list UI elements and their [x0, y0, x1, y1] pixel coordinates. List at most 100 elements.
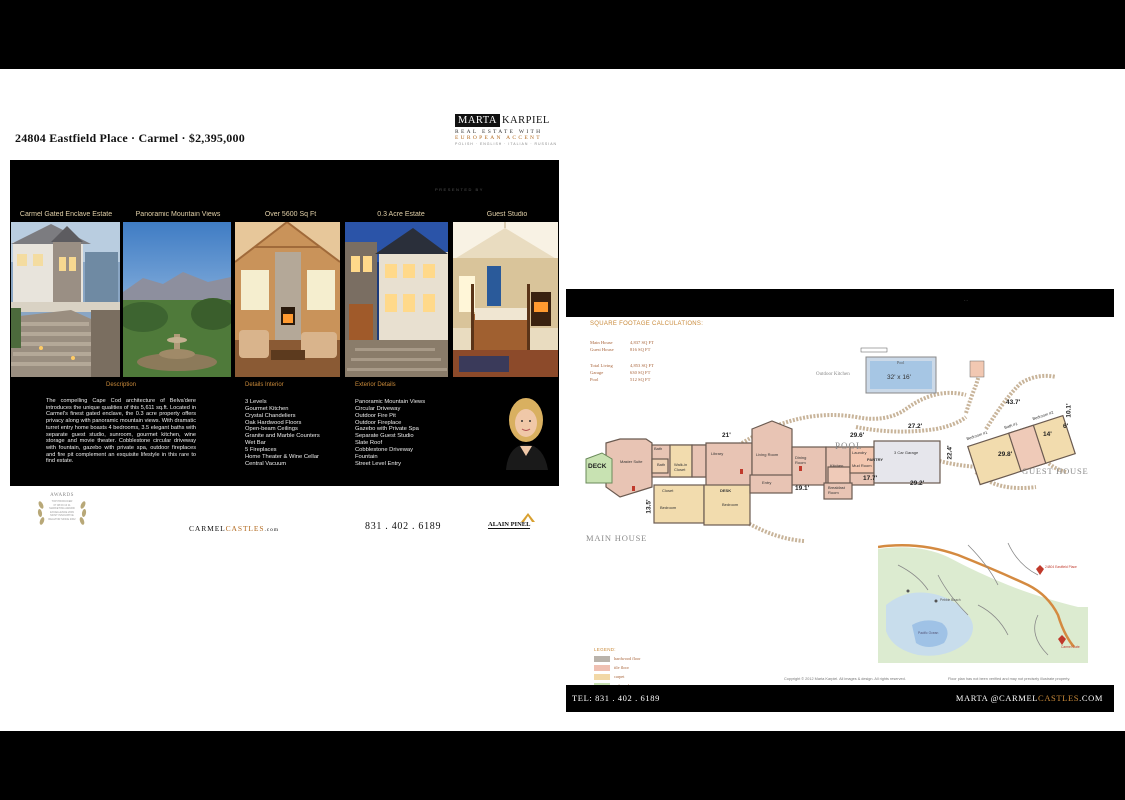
legend-row: hardwood floor [594, 656, 674, 662]
map-label: Pebble Beach [940, 598, 961, 602]
list-item: Home Theater & Wine Cellar [245, 453, 319, 460]
legend-swatch [594, 674, 610, 680]
dimension-label: 43.7' [1006, 399, 1021, 406]
dimension-label: 19.1' [795, 485, 810, 492]
floorplan-sheet: - - SQUARE FOOTAGE CALCULATIONS: Main Ho… [566, 289, 1114, 712]
list-item: Gourmet Kitchen [245, 405, 289, 412]
list-item: Gazebo with Private Spa [355, 426, 419, 433]
legend-label: carpet [614, 674, 625, 679]
dimension-label: 17.7' [863, 475, 878, 482]
agent-photo [498, 390, 554, 470]
exterior-details-list: Panoramic Mountain Views Circular Drivew… [355, 399, 425, 467]
disclaimer-text: Floor plan has not been verified and may… [948, 677, 1071, 681]
photo-panel: PRESENTED BY Carmel Gated Enclave Estate… [10, 160, 559, 486]
map-label: 24804 Eastfield Place [1045, 565, 1077, 569]
logo-languages: POLISH · ENGLISH · ITALIAN · RUSSIAN [455, 142, 558, 146]
room-walk-in-closet: Walk-in Closet [674, 462, 688, 472]
dimension-label: 6' [1063, 423, 1069, 430]
caption-2: Panoramic Mountain Views [135, 211, 221, 218]
listing-address: 24804 Eastfield Place · Carmel · $2,395,… [15, 131, 245, 145]
agent-logo: MARTA KARPIEL REAL ESTATE WITH EUROPEAN … [455, 114, 556, 146]
caption-3: Over 5600 Sq Ft [264, 211, 317, 218]
phone-number: 831 . 402 . 6189 [365, 521, 442, 532]
floorplan-footer-bar: TEL: 831 . 402 . 6189 MARTA @CARMELCASTL… [566, 685, 1114, 712]
awards-line: REALTOR SINCE 2002 [48, 517, 76, 521]
photo-exterior-estate [11, 222, 120, 377]
photo-living-room [235, 222, 340, 377]
room-closet: Closet [662, 488, 674, 493]
exterior-details-heading: Exterior Details [355, 382, 396, 388]
room-garage: 3 Car Garage [894, 450, 919, 455]
list-item: Central Vacuum [245, 460, 287, 467]
dimension-label: 29.2' [910, 480, 925, 487]
room-pantry: PANTRY [867, 457, 883, 462]
list-item: Open-beam Ceilings [245, 426, 298, 433]
room-kitchen: Kitchen [830, 463, 844, 468]
header-mark: - - [964, 297, 968, 302]
caption-4: 0.3 Acre Estate [377, 211, 425, 218]
list-item: Cobblestone Driveway [355, 446, 413, 453]
map-label: Carmel Gate [1061, 645, 1080, 649]
outdoor-kitchen-label: Outdoor Kitchen [816, 372, 850, 377]
room-entry: Entry [762, 480, 772, 485]
list-item: Circular Driveway [355, 405, 401, 412]
list-item: Panoramic Mountain Views [355, 399, 426, 405]
legend-swatch [594, 656, 610, 662]
footer-email-orange: CASTLES [1038, 693, 1080, 703]
photo-guest-studio [453, 222, 558, 377]
room-bedroom: Bedroom [722, 502, 739, 507]
dimension-label: 14' [1043, 431, 1052, 438]
logo-name-dark: MARTA [455, 114, 500, 127]
dimension-label: 22.4' [946, 445, 954, 460]
description-heading: Description [106, 382, 137, 388]
logo-name-light: KARPIEL [501, 115, 550, 126]
floorplan-header-bar: - - [566, 289, 1114, 317]
dimension-label: 27.2' [908, 423, 923, 430]
description-text: The compelling Cape Cod architecture of … [46, 398, 196, 465]
dimension-label: 29.8' [998, 451, 1013, 458]
website-dark: CARMEL [189, 524, 226, 533]
room-bath: Bath [654, 446, 663, 451]
logo-tagline-2: EUROPEAN ACCENT [455, 135, 542, 141]
list-item: Wet Bar [245, 440, 266, 447]
location-map: 24804 Eastfield Place Pacific Ocean Pebb… [877, 535, 1088, 663]
list-item: Granite and Marble Counters [245, 433, 320, 440]
photo-mountain-view [123, 222, 231, 377]
room-dining: Dining Room [795, 455, 807, 465]
room-desk: DESK [720, 488, 732, 493]
caption-1: Carmel Gated Enclave Estate [19, 211, 113, 218]
list-item: Separate Guest Studio [355, 433, 414, 440]
caption-5: Guest Studio [486, 211, 528, 218]
details-interior-heading: Details Interior [245, 382, 284, 388]
footer-email-suffix: .COM [1079, 693, 1103, 703]
legend-title: LEGEND: [594, 647, 616, 652]
list-item: Outdoor Fireplace [355, 419, 402, 426]
room-bath: Bath [657, 462, 666, 467]
awards-lines: TOP PRODUCER 07 08 09 10 11 MARKETING AW… [45, 500, 79, 522]
website-url[interactable]: CARMELCASTLES.com [189, 524, 279, 533]
list-item: 5 Fireplaces [245, 446, 277, 453]
footer-email[interactable]: MARTA @CARMELCASTLES.COM [956, 693, 1103, 703]
deck-label: DECK [588, 463, 607, 470]
legend-label: hardwood floor [614, 656, 641, 661]
guest-house-label: GUEST HOUSE [1022, 466, 1089, 476]
list-item: Fountain [355, 453, 378, 460]
list-item: Oak Hardwood Floors [245, 419, 302, 426]
legend-row: carpet [594, 674, 674, 680]
list-item: Crystal Chandeliers [245, 412, 296, 419]
legend-row: tile floor [594, 665, 674, 671]
pool-small-label: Pool [897, 360, 905, 365]
list-item: Slate Roof [355, 440, 383, 447]
copyright-text: Copyright © 2012 Marta Karpiel. All imag… [784, 677, 906, 681]
legend-swatch [594, 665, 610, 671]
list-item: Street Level Entry [355, 460, 402, 467]
brochure-spread: 24804 Eastfield Place · Carmel · $2,395,… [0, 69, 1125, 731]
presented-by: PRESENTED BY [435, 187, 484, 192]
photo-captions: Carmel Gated Enclave Estate Panoramic Mo… [10, 211, 559, 220]
brokerage-logo: ALAIN PINEL [488, 513, 538, 531]
room-laundry: Laundry [852, 450, 867, 455]
list-item: Outdoor Fire Pit [355, 412, 396, 419]
brokerage-name: ALAIN PINEL [488, 521, 531, 529]
dimension-label: 10.1' [1065, 403, 1073, 418]
website-suffix: .com [264, 527, 279, 533]
